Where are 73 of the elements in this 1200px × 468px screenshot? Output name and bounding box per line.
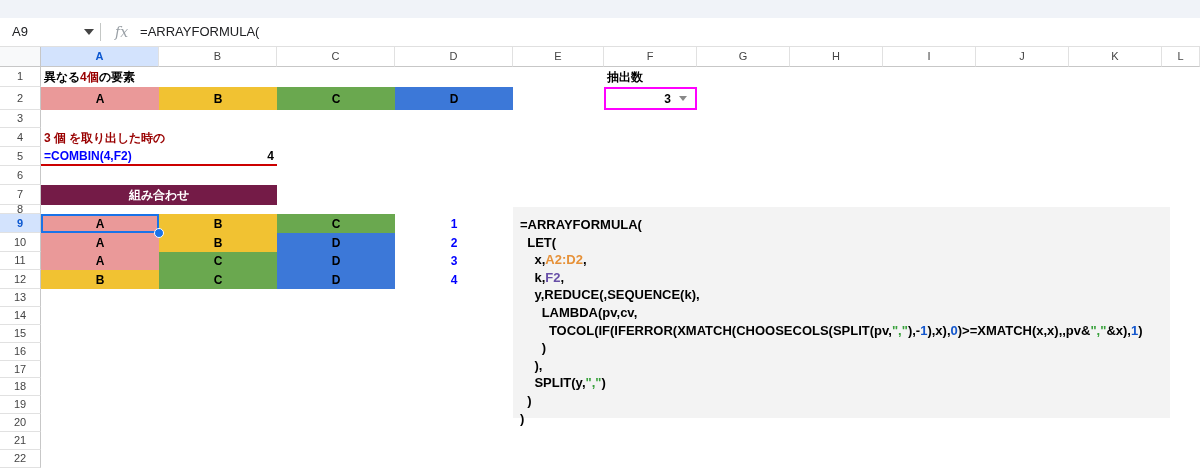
table-cell: A <box>41 252 159 270</box>
code-line: x,A2:D2, <box>533 251 587 269</box>
table-cell: A <box>41 87 159 110</box>
table-cell-text: 1 <box>449 215 459 233</box>
column-header[interactable]: C <box>277 47 395 67</box>
row-header[interactable]: 11 <box>0 252 41 270</box>
name-box[interactable]: A9 <box>0 18 100 46</box>
row-header[interactable]: 1 <box>0 67 41 87</box>
column-header[interactable]: I <box>883 47 976 67</box>
dropdown-cell[interactable]: 3 <box>604 87 697 110</box>
table-cell: C <box>277 87 395 110</box>
table-cell: D <box>277 270 395 289</box>
code-line: ) <box>520 409 525 428</box>
table-cell: C <box>277 214 395 233</box>
table-cell: C <box>159 252 277 270</box>
row-header[interactable]: 4 <box>0 128 41 147</box>
column-header[interactable]: A <box>41 47 159 67</box>
table-cell: B <box>159 233 277 252</box>
table-cell-text: 2 <box>449 234 459 252</box>
column-header[interactable]: J <box>976 47 1069 67</box>
table-cell: B <box>159 87 277 110</box>
row-header[interactable]: 18 <box>0 378 41 397</box>
code-line: SPLIT(y,",") <box>533 374 606 392</box>
code-line: TOCOL(IF(IFERROR(XMATCH(CHOOSECOLS(SPLIT(pv,","),-1),x),0)>=XMATCH(x,x),,pv&","&x),1) <box>547 321 1143 340</box>
code-line: y,REDUCE(,SEQUENCE(k), <box>533 286 700 304</box>
code-line: ) <box>526 391 532 410</box>
table-cell: B <box>41 270 159 289</box>
column-header[interactable]: K <box>1069 47 1162 67</box>
table-cell: D <box>277 233 395 252</box>
column-header[interactable]: G <box>697 47 790 67</box>
column-header[interactable]: D <box>395 47 513 67</box>
row-header[interactable]: 3 <box>0 110 41 128</box>
code-line: =ARRAYFORMULA( <box>520 216 642 234</box>
table-cell: B <box>159 214 277 233</box>
table-cell-text: 3 <box>449 253 459 270</box>
row-header[interactable]: 20 <box>0 414 41 433</box>
row-header[interactable]: 7 <box>0 185 41 205</box>
row-header[interactable]: 19 <box>0 396 41 415</box>
column-header[interactable]: F <box>604 47 697 67</box>
code-line: LET( <box>526 233 557 252</box>
table-cell: 4 <box>159 147 277 166</box>
row-header[interactable]: 9 <box>0 214 41 233</box>
table-cell-text: 4 <box>449 271 459 289</box>
column-header[interactable]: H <box>790 47 883 67</box>
table-cell-text: 抽出数 <box>606 69 644 86</box>
table-cell: C <box>159 270 277 289</box>
column-header[interactable]: L <box>1162 47 1200 67</box>
code-line: k,F2, <box>533 268 565 287</box>
row-header[interactable]: 5 <box>0 147 41 166</box>
table-cell: A <box>41 233 159 252</box>
dropdown-caret-icon[interactable] <box>679 96 687 101</box>
table-cell-text: 異なる4個の要素 <box>43 69 136 86</box>
row-header[interactable]: 2 <box>0 87 41 110</box>
table-cell: 組み合わせ <box>41 185 277 205</box>
dropdown-value: 3 <box>664 90 671 108</box>
column-header[interactable]: E <box>513 47 604 67</box>
row-header[interactable]: 6 <box>0 166 41 185</box>
row-header[interactable]: 22 <box>0 450 41 468</box>
table-cell: =COMBIN(4,F2) <box>41 147 159 166</box>
code-line: LAMBDA(pv,cv, <box>540 303 638 322</box>
row-header[interactable]: 10 <box>0 233 41 252</box>
row-header[interactable]: 13 <box>0 289 41 307</box>
formula-field[interactable]: =ARRAYFORMULA( <box>140 22 260 42</box>
function-icon: fx <box>115 21 129 43</box>
row-header[interactable]: 12 <box>0 270 41 289</box>
row-header[interactable]: 21 <box>0 432 41 450</box>
table-cell-text: 3 個 を取り出した時の <box>43 129 167 147</box>
table-cell: D <box>277 252 395 270</box>
table-cell: D <box>395 87 513 110</box>
column-header[interactable]: B <box>159 47 277 67</box>
code-line: ) <box>540 339 546 357</box>
code-line: ), <box>533 356 543 375</box>
caret-icon <box>84 29 94 35</box>
